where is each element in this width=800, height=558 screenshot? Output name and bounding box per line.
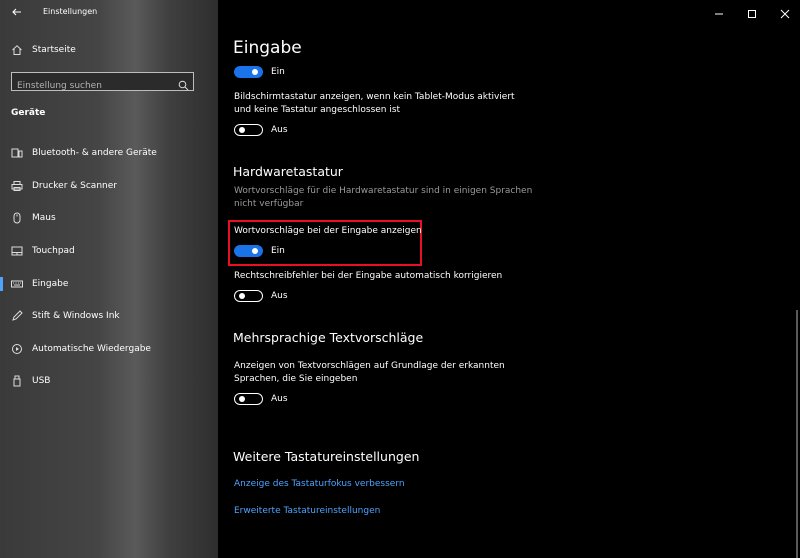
sidebar-item-label: Drucker & Scanner: [32, 181, 117, 191]
sidebar-item-pen[interactable]: Stift & Windows Ink: [0, 303, 218, 329]
link-improve-focus[interactable]: Anzeige des Tastaturfokus verbessern: [234, 479, 405, 489]
back-arrow-icon[interactable]: [10, 5, 24, 19]
multilingual-heading: Mehrsprachige Textvorschläge: [233, 330, 424, 345]
toggle-top[interactable]: [234, 66, 263, 78]
search-icon[interactable]: [178, 76, 189, 91]
sidebar-item-label: Automatische Wiedergabe: [32, 344, 151, 354]
toggle-knob: [252, 248, 258, 254]
scrollbar[interactable]: [796, 310, 798, 558]
bluetooth-device-icon: [11, 147, 23, 159]
sidebar-item-label: Maus: [32, 213, 56, 223]
printer-icon: [11, 180, 23, 192]
sidebar-item-label: USB: [32, 376, 51, 386]
autocorrect-state: Aus: [271, 291, 288, 301]
settings-search-box[interactable]: [11, 72, 194, 95]
usb-icon: [11, 375, 23, 387]
sidebar-item-label: Startseite: [32, 45, 76, 55]
search-input[interactable]: [12, 77, 177, 95]
toggle-knob: [239, 126, 245, 133]
window-title: Einstellungen: [43, 7, 98, 16]
sidebar-item-typing[interactable]: Eingabe: [0, 271, 218, 297]
hardware-keyboard-note: Wortvorschläge für die Hardwaretastatur …: [234, 186, 533, 209]
sidebar-item-label: Touchpad: [32, 246, 75, 256]
word-suggestions-state: Ein: [271, 246, 285, 256]
sidebar-item-usb[interactable]: USB: [0, 368, 218, 394]
sidebar-item-label: Stift & Windows Ink: [32, 311, 120, 321]
sidebar-item-bluetooth[interactable]: Bluetooth- & andere Geräte: [0, 140, 218, 166]
page-title: Eingabe: [233, 38, 302, 58]
sidebar-item-autoplay[interactable]: Automatische Wiedergabe: [0, 336, 218, 362]
sidebar-item-label: Bluetooth- & andere Geräte: [32, 148, 157, 158]
multilingual-state: Aus: [271, 394, 288, 404]
multilingual-toggle[interactable]: [234, 393, 263, 405]
section-label-devices: Geräte: [11, 108, 46, 118]
sidebar-item-mouse[interactable]: Maus: [0, 205, 218, 231]
multilingual-text: Anzeigen von Textvorschlägen auf Grundla…: [234, 361, 505, 384]
close-icon[interactable]: [778, 5, 792, 19]
hardware-keyboard-heading: Hardwaretastatur: [233, 164, 343, 179]
maximize-icon[interactable]: [745, 5, 759, 18]
sidebar-item-home[interactable]: Startseite: [0, 37, 218, 63]
sidebar-item-label: Eingabe: [32, 279, 69, 289]
word-suggestions-toggle[interactable]: [234, 245, 263, 257]
toggle-top-state: Ein: [271, 67, 285, 77]
pen-icon: [11, 310, 23, 322]
touch-keyboard-state: Aus: [271, 125, 288, 135]
autocorrect-label: Rechtschreibfehler bei der Eingabe autom…: [234, 271, 503, 281]
sidebar-item-touchpad[interactable]: Touchpad: [0, 238, 218, 264]
autoplay-icon: [11, 343, 23, 355]
toggle-knob: [239, 395, 245, 402]
toggle-knob: [252, 69, 258, 75]
touch-keyboard-toggle[interactable]: [234, 124, 263, 136]
minimize-icon[interactable]: [712, 5, 726, 17]
keyboard-icon: [11, 278, 23, 290]
toggle-knob: [239, 292, 245, 299]
sidebar: Einstellungen Startseite Geräte Bluetoot…: [0, 0, 218, 558]
home-icon: [11, 44, 23, 56]
touchpad-icon: [11, 245, 23, 257]
touch-keyboard-text: Bildschirmtastatur anzeigen, wenn kein T…: [234, 92, 515, 115]
mouse-icon: [11, 212, 23, 224]
autocorrect-toggle[interactable]: [234, 290, 263, 302]
sidebar-item-printers[interactable]: Drucker & Scanner: [0, 173, 218, 199]
link-advanced-keyboard-settings[interactable]: Erweiterte Tastatureinstellungen: [234, 506, 380, 516]
more-keyboard-settings-heading: Weitere Tastatureinstellungen: [233, 449, 420, 464]
word-suggestions-label: Wortvorschläge bei der Eingabe anzeigen: [234, 226, 422, 236]
